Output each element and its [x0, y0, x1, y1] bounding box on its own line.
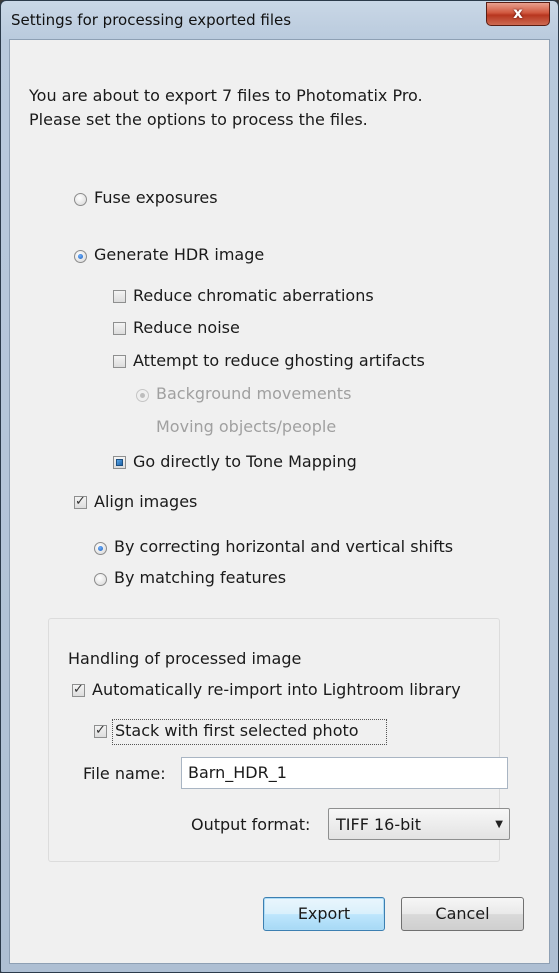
dialog-window: Settings for processing exported files x…	[0, 0, 559, 973]
output-format-select[interactable]: TIFF 16-bit ▼	[328, 808, 510, 840]
handling-heading: Handling of processed image	[68, 649, 302, 668]
fuse-exposures-radio[interactable]	[74, 193, 87, 206]
reduce-chromatic-checkbox[interactable]	[113, 290, 126, 303]
file-name-input[interactable]: Barn_HDR_1	[181, 757, 508, 789]
fuse-exposures-label[interactable]: Fuse exposures	[94, 188, 218, 208]
intro-line-1: You are about to export 7 files to Photo…	[29, 86, 423, 105]
background-movements-radio	[136, 389, 149, 402]
stack-checkbox[interactable]	[94, 723, 107, 738]
close-button[interactable]: x	[486, 2, 550, 26]
tone-mapping-checkbox[interactable]	[113, 456, 126, 469]
align-shifts-radio[interactable]	[94, 542, 107, 555]
align-features-label[interactable]: By matching features	[114, 568, 286, 588]
align-images-checkbox[interactable]	[74, 494, 87, 509]
align-shifts-label[interactable]: By correcting horizontal and vertical sh…	[114, 537, 453, 557]
export-button[interactable]: Export	[263, 897, 385, 931]
window-title: Settings for processing exported files	[11, 11, 292, 29]
moving-objects-radio	[136, 421, 149, 434]
output-format-label: Output format:	[191, 815, 311, 834]
generate-hdr-label[interactable]: Generate HDR image	[94, 245, 264, 265]
reimport-checkbox[interactable]	[72, 682, 85, 697]
generate-hdr-radio[interactable]	[74, 250, 87, 263]
intro-line-2: Please set the options to process the fi…	[29, 110, 368, 129]
reduce-noise-label[interactable]: Reduce noise	[133, 318, 240, 338]
stack-label[interactable]: Stack with first selected photo	[115, 721, 359, 741]
reimport-label[interactable]: Automatically re-import into Lightroom l…	[92, 680, 461, 700]
reduce-noise-checkbox[interactable]	[113, 322, 126, 335]
reduce-chromatic-label[interactable]: Reduce chromatic aberrations	[133, 286, 374, 306]
tone-mapping-label[interactable]: Go directly to Tone Mapping	[133, 452, 357, 472]
moving-objects-label: Moving objects/people	[156, 417, 337, 436]
output-format-value: TIFF 16-bit	[336, 815, 421, 834]
align-features-radio[interactable]	[94, 573, 107, 586]
cancel-button[interactable]: Cancel	[401, 897, 524, 931]
file-name-label: File name:	[83, 764, 166, 783]
reduce-ghosting-checkbox[interactable]	[113, 355, 126, 368]
file-name-value: Barn_HDR_1	[188, 763, 287, 782]
close-icon: x	[513, 4, 523, 22]
title-bar[interactable]: Settings for processing exported files x	[1, 1, 558, 39]
reduce-ghosting-label[interactable]: Attempt to reduce ghosting artifacts	[133, 351, 425, 371]
chevron-down-icon: ▼	[495, 819, 503, 830]
background-movements-label: Background movements	[156, 384, 352, 403]
align-images-label[interactable]: Align images	[94, 492, 197, 512]
